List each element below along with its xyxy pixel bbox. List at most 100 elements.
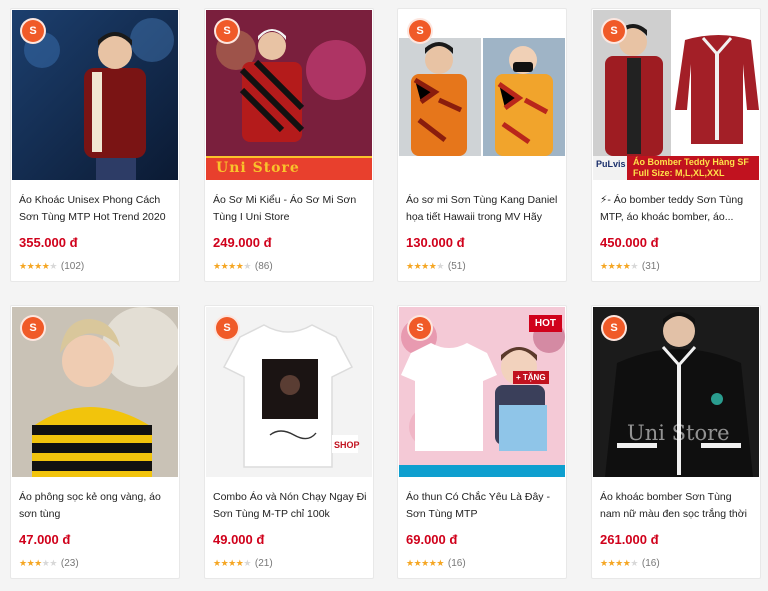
product-grid: S Áo Khoác Unisex Phong Cách Sơn Tùng MT… bbox=[0, 0, 768, 591]
star-icon: ★ bbox=[235, 558, 244, 568]
star-icon: ★ bbox=[615, 261, 623, 271]
product-image[interactable]: S bbox=[12, 10, 178, 180]
shop-bag-icon: S bbox=[601, 18, 627, 44]
overlay-size: Full Size: M,L,XL,XXL bbox=[633, 168, 725, 178]
product-card[interactable]: S Áo sơ mi Sơn Tùng Kang Daniel họa tiết… bbox=[397, 8, 567, 282]
product-price: 355.000 đ bbox=[19, 235, 78, 250]
product-card[interactable]: S PuLvis Áo Bomber Teddy Hàng SF Full Si… bbox=[591, 8, 761, 282]
star-icon: ★ bbox=[630, 558, 638, 568]
star-icon: ★ bbox=[235, 261, 244, 271]
star-rating: ★ ★ ★ ★ ★ bbox=[213, 261, 251, 272]
star-icon: ★ bbox=[228, 558, 236, 568]
product-rating: ★ ★ ★ ★ ★ (51) bbox=[406, 261, 466, 272]
review-count: (31) bbox=[641, 261, 660, 272]
product-rating: ★ ★ ★ ★ ★ (16) bbox=[600, 558, 660, 569]
store-banner-text: Uni Store bbox=[216, 160, 300, 176]
star-rating: ★ ★ ★ ★ ★ bbox=[213, 558, 251, 569]
shop-bag-icon: S bbox=[601, 315, 627, 341]
star-icon: ★ bbox=[413, 558, 422, 568]
star-icon: ★ bbox=[607, 558, 616, 568]
product-rating: ★ ★ ★ ★ ★ (31) bbox=[600, 261, 660, 272]
product-card[interactable]: S SHOP Combo Áo và Nón Chạy Ngay Đi Sơn … bbox=[204, 305, 374, 579]
star-icon: ★ bbox=[600, 261, 608, 271]
product-card[interactable]: S HOT + TẶNG Áo thun Có Chắc Yêu Là Đây … bbox=[397, 305, 567, 579]
product-rating: ★ ★ ★ ★ ★ (23) bbox=[19, 558, 79, 569]
star-icon: ★ bbox=[622, 558, 631, 568]
product-title[interactable]: Áo thun Có Chắc Yêu Là Đây - Sơn Tùng MT… bbox=[406, 489, 560, 523]
product-price: 47.000 đ bbox=[19, 532, 71, 547]
shop-bag-icon: S bbox=[20, 18, 46, 44]
star-icon: ★ bbox=[428, 558, 437, 568]
star-icon: ★ bbox=[26, 261, 35, 271]
star-rating: ★ ★ ★ ★ ★ bbox=[19, 261, 57, 272]
star-icon: ★ bbox=[622, 261, 631, 271]
product-price: 249.000 đ bbox=[213, 235, 272, 250]
shop-logo-text: SHOP bbox=[334, 440, 360, 450]
star-rating: ★ ★ ★ ★ ★ bbox=[600, 261, 638, 272]
overlay-title: Áo Bomber Teddy Hàng SF bbox=[633, 157, 749, 167]
hot-badge: HOT bbox=[528, 315, 562, 332]
shop-bag-icon: S bbox=[407, 315, 433, 341]
star-icon: ★ bbox=[213, 261, 221, 271]
star-icon: ★ bbox=[19, 558, 27, 568]
star-icon: ★ bbox=[413, 261, 422, 271]
product-card[interactable]: S Uni Store Áo Sơ Mi Kiểu - Áo Sơ Mi Sơn… bbox=[204, 8, 374, 282]
star-icon: ★ bbox=[19, 261, 27, 271]
product-rating: ★ ★ ★ ★ ★ (86) bbox=[213, 261, 273, 272]
star-icon: ★ bbox=[49, 261, 57, 271]
product-price: 69.000 đ bbox=[406, 532, 458, 547]
star-icon: ★ bbox=[421, 558, 429, 568]
product-rating: ★ ★ ★ ★ ★ (16) bbox=[406, 558, 466, 569]
gift-tag: + TẶNG bbox=[513, 371, 549, 384]
review-count: (21) bbox=[254, 558, 273, 569]
product-image[interactable]: S bbox=[399, 10, 565, 180]
star-icon: ★ bbox=[607, 261, 616, 271]
product-card[interactable]: S Uni Store Áo khoác bomber Sơn Tùng nam… bbox=[591, 305, 761, 579]
product-price: 49.000 đ bbox=[213, 532, 265, 547]
shop-bag-icon: S bbox=[214, 315, 240, 341]
product-image[interactable]: S Uni Store bbox=[206, 10, 372, 180]
star-icon: ★ bbox=[49, 558, 57, 568]
review-count: (16) bbox=[641, 558, 660, 569]
review-count: (23) bbox=[60, 558, 79, 569]
product-price: 450.000 đ bbox=[600, 235, 659, 250]
product-image[interactable]: S HOT + TẶNG bbox=[399, 307, 565, 477]
star-icon: ★ bbox=[243, 261, 251, 271]
product-title[interactable]: Áo Sơ Mi Kiểu - Áo Sơ Mi Sơn Tùng I Uni … bbox=[213, 192, 367, 226]
star-icon: ★ bbox=[406, 261, 414, 271]
star-icon: ★ bbox=[436, 261, 444, 271]
product-title[interactable]: Áo sơ mi Sơn Tùng Kang Daniel họa tiết H… bbox=[406, 192, 560, 226]
product-card[interactable]: S Áo Khoác Unisex Phong Cách Sơn Tùng MT… bbox=[10, 8, 180, 282]
review-count: (86) bbox=[254, 261, 273, 272]
star-icon: ★ bbox=[436, 558, 444, 568]
star-icon: ★ bbox=[428, 261, 437, 271]
product-title[interactable]: Combo Áo và Nón Chạy Ngay Đi Sơn Tùng M-… bbox=[213, 489, 367, 523]
review-count: (51) bbox=[447, 261, 466, 272]
star-icon: ★ bbox=[26, 558, 35, 568]
star-icon: ★ bbox=[406, 558, 414, 568]
product-title[interactable]: Áo khoác bomber Sơn Tùng nam nữ màu đen … bbox=[600, 489, 754, 523]
product-image[interactable]: S bbox=[12, 307, 178, 477]
product-image[interactable]: S Uni Store bbox=[593, 307, 759, 477]
product-image[interactable]: S SHOP bbox=[206, 307, 372, 477]
star-icon: ★ bbox=[41, 558, 50, 568]
product-title[interactable]: ⚡- Áo bomber teddy Sơn Tùng MTP, áo khoá… bbox=[600, 192, 754, 226]
product-card[interactable]: S Áo phông sọc kẻ ong vàng, áo sơn tùng … bbox=[10, 305, 180, 579]
star-icon: ★ bbox=[630, 261, 638, 271]
star-icon: ★ bbox=[34, 261, 42, 271]
star-icon: ★ bbox=[615, 558, 623, 568]
star-icon: ★ bbox=[41, 261, 50, 271]
shop-bag-icon: S bbox=[407, 18, 433, 44]
star-rating: ★ ★ ★ ★ ★ bbox=[406, 261, 444, 272]
product-title[interactable]: Áo Khoác Unisex Phong Cách Sơn Tùng MTP … bbox=[19, 192, 173, 226]
star-icon: ★ bbox=[213, 558, 221, 568]
product-title[interactable]: Áo phông sọc kẻ ong vàng, áo sơn tùng bbox=[19, 489, 173, 523]
star-rating: ★ ★ ★ ★ ★ bbox=[406, 558, 444, 569]
shop-bag-icon: S bbox=[20, 315, 46, 341]
star-icon: ★ bbox=[421, 261, 429, 271]
product-image[interactable]: S PuLvis Áo Bomber Teddy Hàng SF Full Si… bbox=[593, 10, 759, 180]
star-icon: ★ bbox=[220, 261, 229, 271]
product-price: 130.000 đ bbox=[406, 235, 465, 250]
star-icon: ★ bbox=[34, 558, 42, 568]
star-icon: ★ bbox=[220, 558, 229, 568]
